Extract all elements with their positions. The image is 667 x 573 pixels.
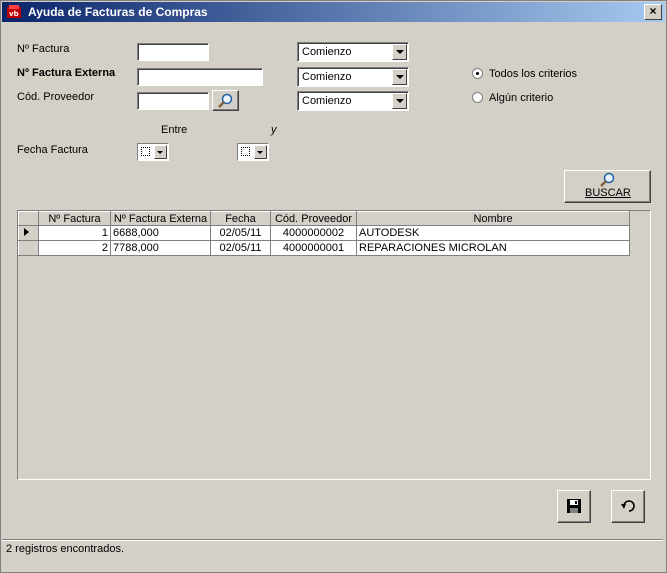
title-bar: vb Ayuda de Facturas de Compras × xyxy=(2,2,665,22)
fecha-desde-picker[interactable] xyxy=(137,143,169,161)
buscar-button[interactable]: BUSCAR xyxy=(564,170,651,203)
search-window: vb Ayuda de Facturas de Compras × Nº Fac… xyxy=(0,0,667,573)
magnifier-icon xyxy=(600,172,615,187)
row-indicator-header xyxy=(18,211,39,226)
date-checkbox[interactable] xyxy=(141,147,150,156)
fecha-factura-label: Fecha Factura xyxy=(17,144,88,156)
num-factura-match-select[interactable]: Comienzo xyxy=(297,42,409,62)
column-header[interactable]: Nº Factura xyxy=(38,211,111,226)
y-label: y xyxy=(271,124,277,136)
magnifier-icon xyxy=(218,93,233,108)
criteria-all-radio[interactable] xyxy=(472,68,483,79)
num-factura-match-value: Comienzo xyxy=(302,46,352,58)
num-factura-externa-label: Nº Factura Externa xyxy=(17,67,116,79)
app-icon: vb xyxy=(7,5,21,18)
undo-arrow-icon xyxy=(621,500,635,512)
floppy-disk-icon xyxy=(567,499,581,513)
column-header[interactable]: Cód. Proveedor xyxy=(270,211,357,226)
criteria-any-radio[interactable] xyxy=(472,92,483,103)
table-header-row: Nº Factura Nº Factura Externa Fecha Cód.… xyxy=(18,211,630,226)
save-button[interactable] xyxy=(557,490,591,523)
chevron-down-icon[interactable] xyxy=(392,69,407,85)
date-checkbox[interactable] xyxy=(241,147,250,156)
svg-text:vb: vb xyxy=(9,10,19,18)
criteria-any-label[interactable]: Algún criterio xyxy=(489,92,553,104)
chevron-down-icon[interactable] xyxy=(392,93,407,109)
proveedor-lookup-button[interactable] xyxy=(212,90,239,111)
num-factura-input[interactable] xyxy=(137,43,209,61)
cod-proveedor-match-value: Comienzo xyxy=(302,95,352,107)
chevron-down-icon[interactable] xyxy=(392,44,407,60)
num-factura-externa-input[interactable] xyxy=(137,68,263,86)
num-factura-externa-match-value: Comienzo xyxy=(302,71,352,83)
status-bar: 2 registros encontrados. xyxy=(2,539,663,570)
column-header[interactable]: Nº Factura Externa xyxy=(110,211,211,226)
table-cell[interactable]: 4000000002 xyxy=(270,225,357,241)
table-cell[interactable]: 2 xyxy=(38,240,111,256)
table-cell[interactable]: 02/05/11 xyxy=(210,225,271,241)
criteria-all-label[interactable]: Todos los criterios xyxy=(489,68,577,80)
close-button[interactable]: × xyxy=(644,4,662,20)
table-row[interactable]: 2 7788,000 02/05/11 4000000001 REPARACIO… xyxy=(18,240,630,256)
table-cell[interactable]: 4000000001 xyxy=(270,240,357,256)
num-factura-externa-match-select[interactable]: Comienzo xyxy=(297,67,409,87)
column-header[interactable]: Fecha xyxy=(210,211,271,226)
cod-proveedor-match-select[interactable]: Comienzo xyxy=(297,91,409,111)
cod-proveedor-input[interactable] xyxy=(137,92,209,110)
entre-label: Entre xyxy=(161,124,188,136)
table-cell[interactable]: 7788,000 xyxy=(110,240,211,256)
table-cell[interactable]: 6688,000 xyxy=(110,225,211,241)
column-header[interactable]: Nombre xyxy=(356,211,630,226)
chevron-down-icon[interactable] xyxy=(154,145,167,159)
table-cell[interactable]: 1 xyxy=(38,225,111,241)
current-row-indicator[interactable] xyxy=(18,225,39,241)
window-title: Ayuda de Facturas de Compras xyxy=(28,5,208,19)
fecha-hasta-picker[interactable] xyxy=(237,143,269,161)
chevron-down-icon[interactable] xyxy=(254,145,267,159)
table-cell[interactable]: REPARACIONES MICROLAN xyxy=(356,240,630,256)
row-indicator[interactable] xyxy=(18,240,39,256)
results-table: Nº Factura Nº Factura Externa Fecha Cód.… xyxy=(18,211,630,256)
table-row[interactable]: 1 6688,000 02/05/11 4000000002 AUTODESK xyxy=(18,225,630,241)
cod-proveedor-label: Cód. Proveedor xyxy=(17,91,95,103)
buscar-label: BUSCAR xyxy=(585,187,631,199)
undo-button[interactable] xyxy=(611,490,645,523)
status-text: 2 registros encontrados. xyxy=(6,543,125,555)
table-cell[interactable]: AUTODESK xyxy=(356,225,630,241)
current-row-arrow-icon xyxy=(24,227,29,236)
results-grid[interactable]: Nº Factura Nº Factura Externa Fecha Cód.… xyxy=(17,210,651,480)
num-factura-label: Nº Factura xyxy=(17,43,70,55)
table-cell[interactable]: 02/05/11 xyxy=(210,240,271,256)
